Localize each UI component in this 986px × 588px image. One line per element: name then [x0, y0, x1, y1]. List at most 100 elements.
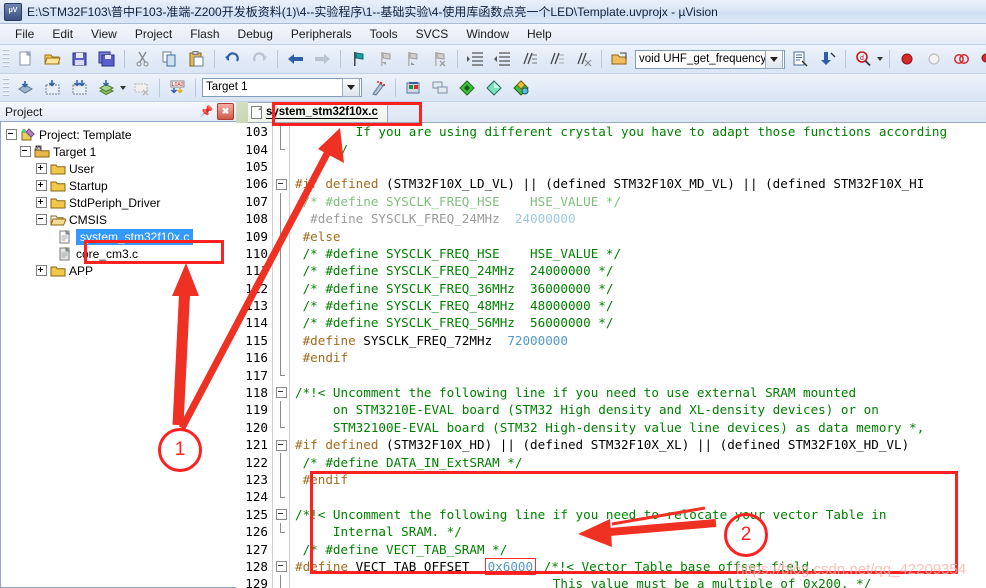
target-selector[interactable]: Target 1 [202, 78, 362, 97]
toolbar-grip[interactable] [3, 77, 9, 98]
tab-system-stm32f10x-c[interactable]: system_stm32f10x.c [244, 102, 388, 122]
tree-node-target[interactable]: Target 1 [4, 143, 236, 160]
copy-icon[interactable] [157, 47, 182, 71]
code-line[interactable]: 115 #define SYSCLK_FREQ_72MHz 72000000 [236, 331, 986, 350]
code-line[interactable]: 128 #define VECT_TAB_OFFSET 0x6000 /*!< V… [236, 557, 986, 576]
batch-build-icon[interactable] [94, 76, 119, 100]
redo-icon[interactable] [247, 47, 272, 71]
pack-installer-icon[interactable] [455, 76, 480, 100]
expander-icon[interactable] [36, 214, 47, 225]
fold-collapse-icon[interactable] [276, 439, 287, 451]
project-tree[interactable]: Project: Template Target 1 User Startup [0, 121, 236, 588]
bookmark-toggle-icon[interactable] [346, 47, 371, 71]
menu-help[interactable]: Help [518, 25, 561, 43]
fold-column[interactable] [272, 175, 290, 193]
menu-file[interactable]: File [6, 25, 43, 43]
code-line[interactable]: 113 /* #define SYSCLK_FREQ_48MHz 4800000… [236, 296, 986, 315]
menu-svcs[interactable]: SVCS [407, 25, 458, 43]
function-selector-dropdown-icon[interactable] [765, 49, 783, 69]
function-selector[interactable]: void UHF_get_frequency_ [635, 49, 785, 69]
code-line[interactable]: 126 Internal SRAM. */ [236, 522, 986, 541]
code-line[interactable]: 124 [236, 488, 986, 506]
breakpoint-icon[interactable] [895, 47, 920, 71]
open-folder-icon[interactable] [607, 47, 632, 71]
run-utility-icon[interactable] [482, 76, 507, 100]
fold-column[interactable] [272, 366, 290, 384]
code-line[interactable]: 112 /* #define SYSCLK_FREQ_36MHz 3600000… [236, 279, 986, 297]
fold-column[interactable] [272, 192, 290, 210]
save-all-icon[interactable] [94, 47, 119, 71]
find-in-files-icon[interactable]: d [851, 47, 876, 71]
cut-icon[interactable] [130, 47, 155, 71]
uncomment-icon[interactable] [544, 47, 569, 71]
close-icon[interactable]: ✖ [217, 103, 234, 120]
code-line[interactable]: 114 /* #define SYSCLK_FREQ_56MHz 5600000… [236, 314, 986, 332]
code-line[interactable]: 110 /* #define SYSCLK_FREQ_HSE HSE_VALUE… [236, 244, 986, 263]
fold-column[interactable] [272, 470, 290, 489]
breakpoint-kill-all-icon[interactable] [976, 47, 986, 71]
fold-column[interactable] [272, 401, 290, 419]
comment-icon[interactable] [517, 47, 542, 71]
tree-node-startup[interactable]: Startup [4, 177, 236, 194]
code-line[interactable]: 118 /*!< Uncomment the following line if … [236, 383, 986, 402]
fold-column[interactable] [272, 540, 290, 558]
fold-collapse-icon[interactable] [276, 178, 287, 190]
code-line[interactable]: 123 #endif [236, 470, 986, 489]
code-line[interactable]: 116 #endif [236, 349, 986, 367]
tree-node-app[interactable]: APP [4, 262, 236, 279]
stop-build-icon[interactable] [129, 76, 154, 100]
code-editor[interactable]: 103 If you are using different crystal y… [236, 123, 986, 588]
fold-collapse-icon[interactable] [276, 509, 287, 521]
tree-node-system-stm32f10x-c[interactable]: system_stm32f10x.c [4, 228, 236, 245]
fold-column[interactable] [272, 314, 290, 332]
fold-column[interactable] [272, 331, 290, 350]
find-dropdown-icon[interactable] [875, 48, 884, 70]
bookmark-prev-icon[interactable] [373, 47, 398, 71]
open-file-icon[interactable] [40, 47, 65, 71]
expander-icon[interactable] [36, 180, 47, 191]
fold-column[interactable] [272, 557, 290, 576]
code-line[interactable]: 108 #define SYSCLK_FREQ_24MHz 24000000 [236, 209, 986, 228]
build-icon[interactable] [40, 76, 65, 100]
tree-node-project[interactable]: Project: Template [4, 126, 236, 143]
strip-icon[interactable] [571, 47, 596, 71]
menu-view[interactable]: View [82, 25, 126, 43]
expander-icon[interactable] [20, 146, 31, 157]
fold-collapse-icon[interactable] [276, 561, 287, 573]
fold-column[interactable] [272, 244, 290, 263]
menu-tools[interactable]: Tools [361, 25, 407, 43]
fold-column[interactable] [272, 453, 290, 471]
tree-node-cmsis[interactable]: CMSIS [4, 211, 236, 228]
bookmark-next-icon[interactable] [400, 47, 425, 71]
fold-column[interactable] [272, 505, 290, 523]
download-icon[interactable]: LOAD [165, 76, 190, 100]
code-line[interactable]: 107 /* #define SYSCLK_FREQ_HSE HSE_VALUE… [236, 192, 986, 210]
code-line[interactable]: 106 #if defined (STM32F10X_LD_VL) || (def… [236, 175, 986, 193]
fold-collapse-icon[interactable] [276, 387, 287, 399]
goto-definition-icon[interactable] [815, 47, 840, 71]
menu-flash[interactable]: Flash [181, 25, 228, 43]
manage-project-items-icon[interactable] [401, 76, 426, 100]
code-line[interactable]: 103 If you are using different crystal y… [236, 123, 986, 141]
fold-column[interactable] [272, 157, 290, 176]
fold-column[interactable] [272, 209, 290, 228]
fold-column[interactable] [272, 123, 290, 141]
fold-column[interactable] [272, 418, 290, 437]
breakpoint-disable-icon[interactable] [922, 47, 947, 71]
outdent-icon[interactable] [490, 47, 515, 71]
code-line[interactable]: 129 This value must be a multiple of 0x2… [236, 575, 986, 588]
fold-column[interactable] [272, 262, 290, 280]
code-line[interactable]: 109 #else [236, 227, 986, 245]
expander-icon[interactable] [36, 197, 47, 208]
code-line[interactable]: 117 [236, 366, 986, 384]
breakpoint-disable-all-icon[interactable] [949, 47, 974, 71]
fold-column[interactable] [272, 279, 290, 297]
fold-column[interactable] [272, 296, 290, 315]
fold-column[interactable] [272, 488, 290, 506]
code-line[interactable]: 104 */ [236, 140, 986, 158]
navigate-back-icon[interactable] [283, 47, 308, 71]
fold-column[interactable] [272, 349, 290, 367]
new-file-icon[interactable] [13, 47, 38, 71]
indent-icon[interactable] [463, 47, 488, 71]
menu-project[interactable]: Project [126, 25, 181, 43]
